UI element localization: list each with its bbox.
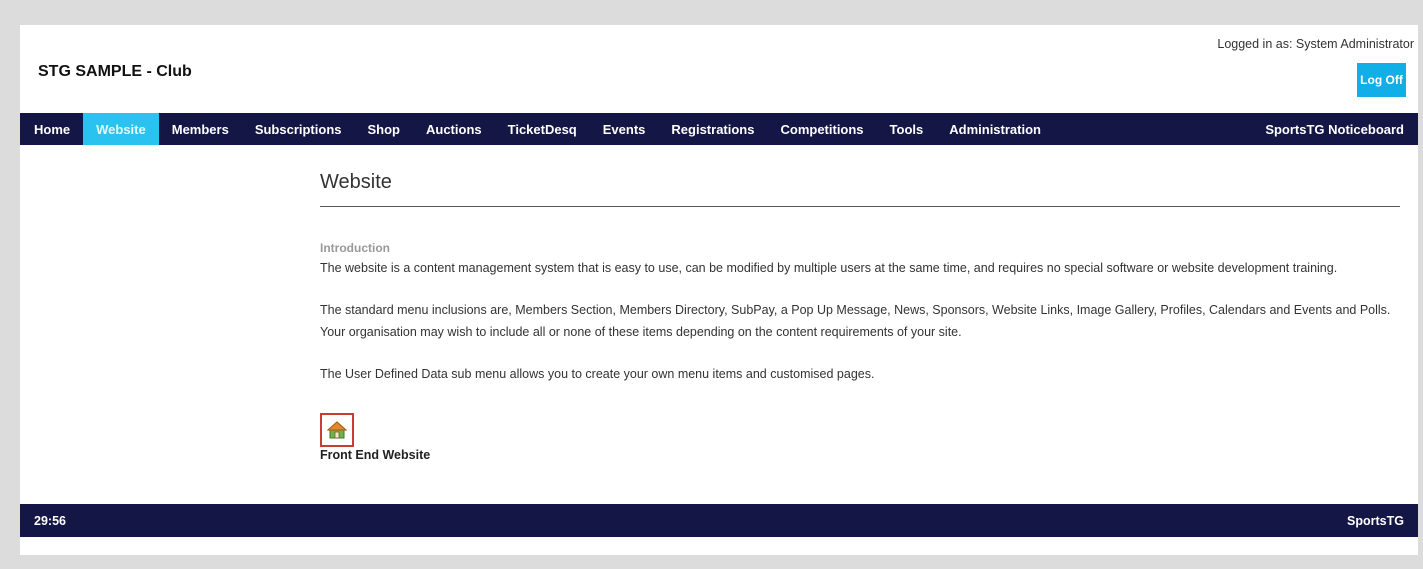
page-title: Website — [320, 171, 1400, 207]
header: STG SAMPLE - Club Logged in as: System A… — [20, 25, 1418, 113]
intro-paragraph-2: The standard menu inclusions are, Member… — [320, 303, 1391, 339]
front-end-website-link[interactable]: Front End Website — [320, 413, 430, 463]
nav-item-subscriptions[interactable]: Subscriptions — [242, 113, 355, 145]
nav-item-registrations[interactable]: Registrations — [658, 113, 767, 145]
nav-item-ticketdesq[interactable]: TicketDesq — [495, 113, 590, 145]
nav-item-tools[interactable]: Tools — [877, 113, 937, 145]
house-icon — [327, 421, 347, 439]
intro-paragraph-1: The website is a content management syst… — [320, 261, 1338, 275]
front-end-website-button[interactable] — [320, 413, 354, 447]
nav-item-members[interactable]: Members — [159, 113, 242, 145]
logged-in-status: Logged in as: System Administrator — [1217, 37, 1414, 51]
nav-item-website[interactable]: Website — [83, 113, 159, 145]
nav-item-events[interactable]: Events — [590, 113, 659, 145]
app-frame: STG SAMPLE - Club Logged in as: System A… — [20, 25, 1418, 555]
nav-item-home[interactable]: Home — [20, 113, 83, 145]
nav-item-administration[interactable]: Administration — [936, 113, 1054, 145]
main-nav: Home Website Members Subscriptions Shop … — [20, 113, 1418, 145]
nav-item-shop[interactable]: Shop — [355, 113, 414, 145]
session-timer: 29:56 — [34, 513, 66, 528]
intro-paragraph-3: The User Defined Data sub menu allows yo… — [320, 367, 875, 381]
nav-item-auctions[interactable]: Auctions — [413, 113, 495, 145]
front-end-website-label[interactable]: Front End Website — [320, 447, 430, 463]
logoff-button[interactable]: Log Off — [1357, 63, 1406, 97]
nav-item-noticeboard[interactable]: SportsTG Noticeboard — [1252, 113, 1418, 145]
footer-brand: SportsTG — [1347, 513, 1404, 528]
footer: 29:56 SportsTG — [20, 504, 1418, 537]
section-label-introduction: Introduction — [320, 241, 390, 255]
main-content: Website Introduction The website is a co… — [320, 145, 1400, 464]
nav-item-competitions[interactable]: Competitions — [767, 113, 876, 145]
site-title: STG SAMPLE - Club — [38, 63, 192, 80]
